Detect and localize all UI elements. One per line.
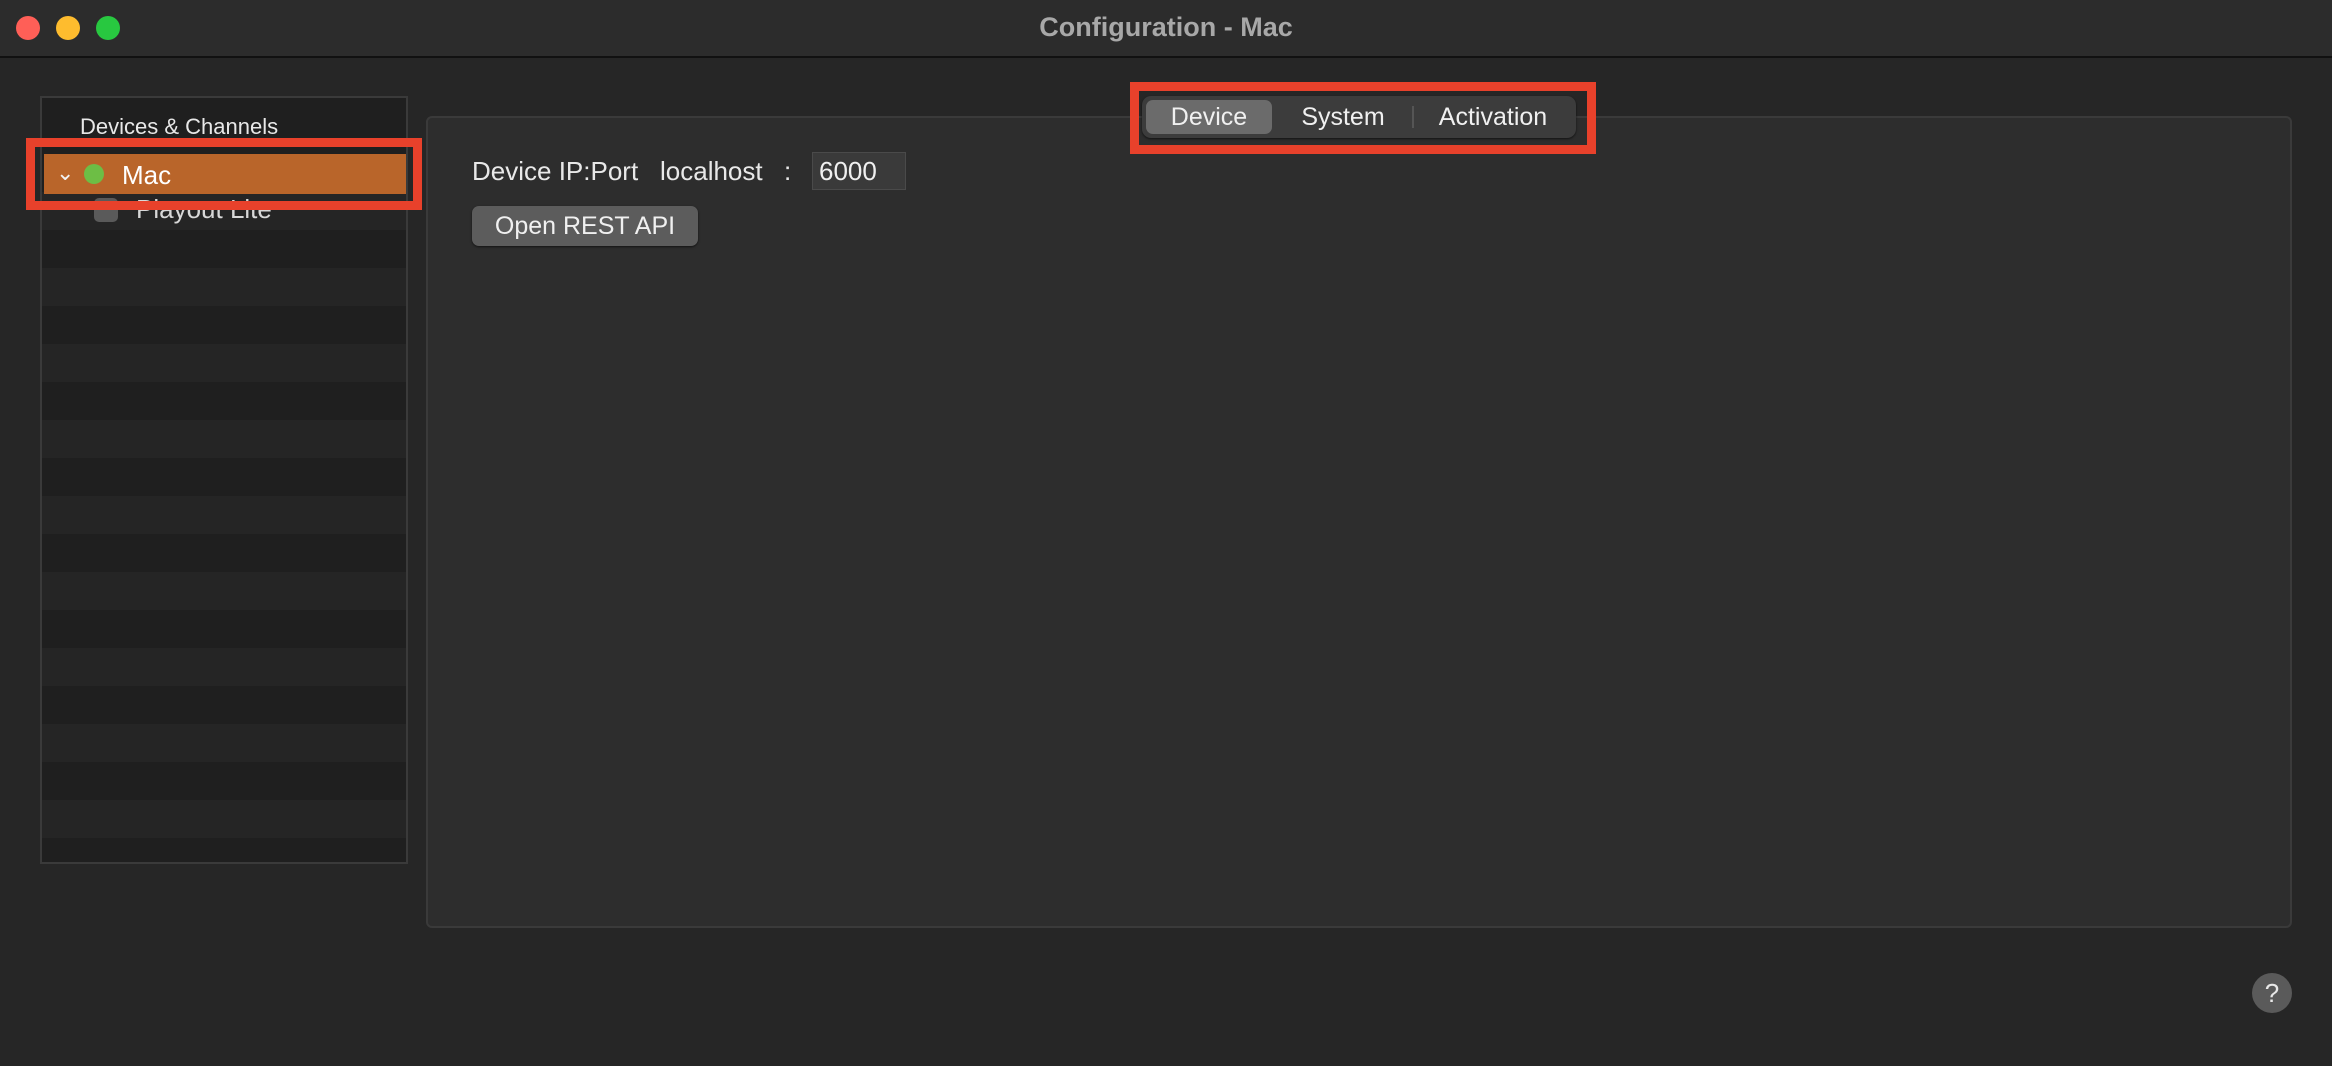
tabs-highlight-box <box>1130 82 1596 154</box>
device-settings-panel <box>426 116 2292 928</box>
sidebar-list-background <box>42 154 406 862</box>
host-value: localhost <box>660 156 763 186</box>
port-input[interactable] <box>812 152 906 190</box>
devices-sidebar: Devices & Channels ⌄ Mac Playout Lite <box>40 96 408 864</box>
open-rest-api-button[interactable]: Open REST API <box>472 206 698 246</box>
sidebar-header: Devices & Channels <box>80 114 279 139</box>
help-button[interactable]: ? <box>2252 973 2292 1013</box>
mac-highlight-box <box>26 138 422 210</box>
title-bar: Configuration - Mac <box>0 0 2332 58</box>
device-ip-port-label: Device IP:Port <box>472 156 639 186</box>
config-window: Configuration - Mac Devices & Channels ⌄… <box>0 0 2332 1066</box>
window-title: Configuration - Mac <box>1039 12 1293 42</box>
port-separator: : <box>784 156 792 186</box>
